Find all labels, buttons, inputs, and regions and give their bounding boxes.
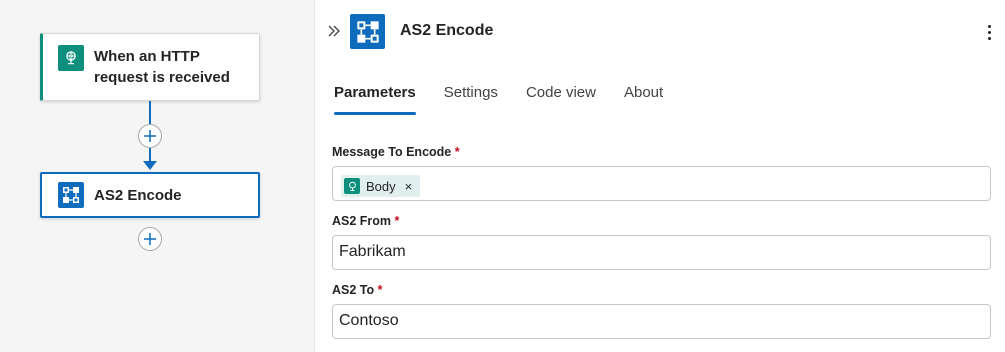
connector-arrow-icon [143,161,157,170]
panel-title[interactable]: AS2 Encode [400,22,493,40]
collapse-panel-icon[interactable] [325,22,343,40]
designer-canvas: When an HTTP request is received AS2 Enc… [0,0,314,352]
tab-about[interactable]: About [624,80,663,115]
as2-header-icon [350,14,385,49]
connector-line-bottom [149,148,151,162]
tab-code-view[interactable]: Code view [526,80,596,115]
connector-line-top [149,101,151,125]
as2-from-field[interactable]: Fabrikam [332,235,991,270]
message-label-text: Message To Encode [332,145,452,159]
http-trigger-card[interactable]: When an HTTP request is received [40,33,260,101]
add-step-button[interactable] [138,227,162,251]
as2-to-label-text: AS2 To [332,283,375,297]
as2-from-label-text: AS2 From [332,214,392,228]
http-request-icon [344,178,360,194]
as2-icon [58,182,84,208]
required-mark: * [377,283,383,297]
as2-from-label: AS2 From * [332,214,399,228]
panel-tabs: Parameters Settings Code view About [334,80,691,115]
as2-from-value: Fabrikam [339,243,406,260]
message-to-encode-label: Message To Encode * [332,145,460,159]
body-token[interactable]: Body × [341,175,421,197]
tab-parameters[interactable]: Parameters [334,80,416,115]
http-trigger-label: When an HTTP request is received [94,46,230,88]
plus-icon [144,130,156,142]
as2-encode-label: AS2 Encode [94,186,182,204]
plus-icon [144,233,156,245]
as2-encode-card[interactable]: AS2 Encode [40,172,260,218]
more-options-icon[interactable] [983,21,995,43]
as2-to-label: AS2 To * [332,283,383,297]
insert-step-button[interactable] [138,124,162,148]
message-to-encode-field[interactable]: Body × [332,166,991,201]
body-token-label: Body [366,178,396,194]
remove-token-icon[interactable]: × [405,180,413,193]
trigger-label-line2: request is received [94,69,230,86]
as2-to-value: Contoso [339,312,399,329]
required-mark: * [394,214,400,228]
tab-settings[interactable]: Settings [444,80,498,115]
action-details-panel: AS2 Encode Parameters Settings Code view… [314,0,1005,352]
http-request-icon [58,45,84,71]
required-mark: * [454,145,460,159]
trigger-label-line1: When an HTTP [94,48,200,65]
as2-to-field[interactable]: Contoso [332,304,991,339]
